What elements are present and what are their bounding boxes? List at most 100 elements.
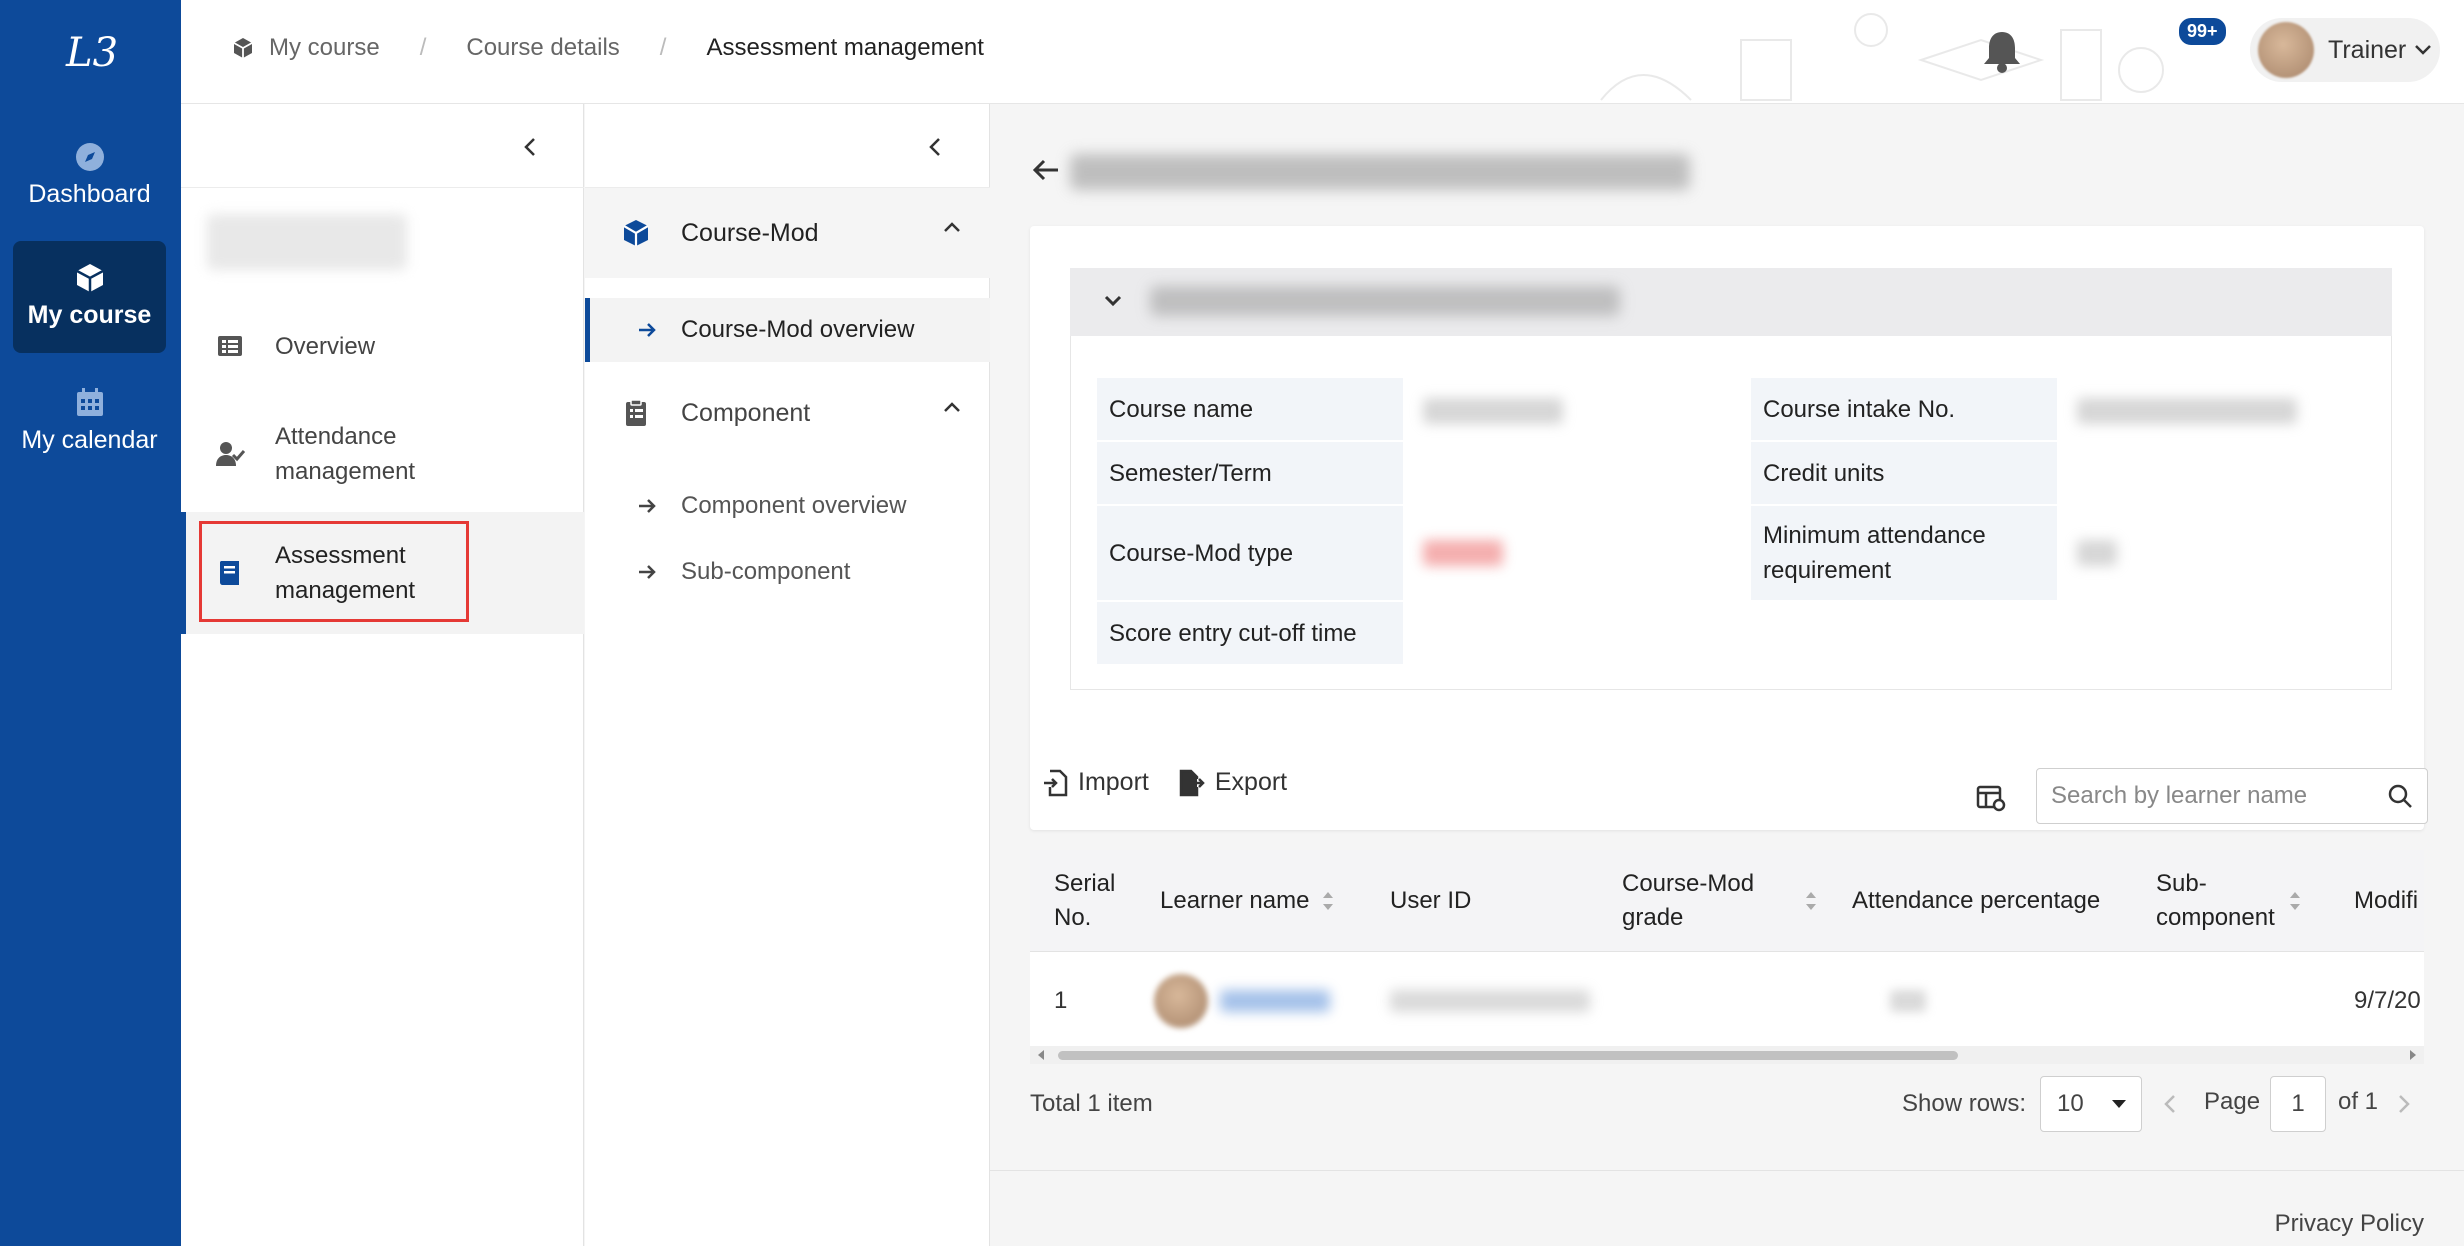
user-menu[interactable]: Trainer: [2250, 18, 2440, 82]
menu-item-attendance[interactable]: Attendance management: [181, 404, 584, 504]
page-number-input[interactable]: 1: [2270, 1076, 2326, 1132]
page-title-redacted: [1070, 154, 1690, 190]
column-label-course-mod-grade: Course-Mod grade: [1622, 870, 1755, 931]
group-label-component: Component: [681, 398, 811, 427]
search-box: [2036, 768, 2428, 824]
horizontal-scrollbar[interactable]: [1030, 1046, 2424, 1064]
notification-badge: 99+: [2177, 16, 2228, 47]
accordion-header[interactable]: [1070, 268, 2392, 336]
bell-icon[interactable]: [1980, 26, 2024, 74]
total-items: Total 1 item: [1030, 1090, 1153, 1117]
column-header-learner-name[interactable]: Learner name: [1160, 850, 1335, 952]
column-header-user-id: User ID: [1390, 887, 1472, 914]
caret-down-icon: [2112, 1100, 2126, 1108]
arrow-right-icon: [639, 499, 656, 513]
user-name: Trainer: [2328, 35, 2407, 64]
column-settings-icon[interactable]: [1976, 784, 2006, 812]
cell-learner-name[interactable]: [1154, 952, 1330, 1050]
cube-icon: [75, 264, 104, 292]
table-toolbar: Import Export: [1042, 768, 1317, 797]
column-label-learner-name: Learner name: [1160, 887, 1310, 914]
sub-item-course-mod-overview[interactable]: Course-Mod overview: [585, 298, 990, 362]
import-label: Import: [1078, 768, 1149, 796]
cell-attendance: [1890, 952, 1926, 1050]
rows-per-page-value: 10: [2057, 1090, 2084, 1117]
breadcrumb-my-course[interactable]: My course: [269, 34, 380, 62]
column-header-sub-component[interactable]: Sub-component: [2156, 850, 2302, 952]
highlight-box: [199, 521, 469, 622]
sub-item-component-overview[interactable]: Component overview: [585, 474, 990, 538]
label-semester-term: Semester/Term: [1097, 442, 1403, 504]
sort-icon[interactable]: [1321, 888, 1335, 914]
nav-label-dashboard: Dashboard: [28, 180, 151, 208]
footer-divider: [990, 1170, 2464, 1171]
export-button[interactable]: Export: [1179, 768, 1287, 797]
course-name-redacted: [207, 214, 407, 270]
learner-table: Serial No. Learner name User ID Course-M…: [1030, 850, 2424, 1050]
search-icon[interactable]: [2387, 783, 2413, 809]
scroll-right-icon[interactable]: [2408, 1049, 2418, 1061]
group-course-mod[interactable]: Course-Mod: [585, 188, 990, 278]
compass-icon: [75, 143, 104, 171]
privacy-policy-link[interactable]: Privacy Policy: [2275, 1210, 2424, 1238]
divider: [181, 187, 584, 188]
left-navigation: L3 Dashboard My course My calendar: [0, 0, 181, 1246]
label-score-cutoff: Score entry cut-off time: [1097, 602, 1403, 664]
attendance-redacted: [1890, 990, 1926, 1012]
nav-item-my-calendar[interactable]: My calendar: [13, 366, 166, 478]
avatar: [2258, 22, 2314, 78]
export-label: Export: [1214, 768, 1288, 796]
value-course-mod-type-redacted: [1423, 540, 1503, 566]
prev-page-icon[interactable]: [2162, 1092, 2178, 1116]
show-rows-label: Show rows:: [1902, 1090, 2027, 1117]
next-page-icon[interactable]: [2396, 1092, 2412, 1116]
breadcrumb-course-details[interactable]: Course details: [466, 34, 619, 62]
import-icon: [1044, 769, 1068, 796]
sort-icon[interactable]: [1804, 888, 1818, 914]
pagination-bar: Total 1 item Show rows: 10 Page 1 of 1: [1030, 1076, 2424, 1136]
label-min-attendance: Minimum attendance requirement: [1751, 506, 2057, 600]
column-label-sub-component: Sub-component: [2156, 870, 2275, 931]
list-icon: [218, 336, 242, 356]
column-header-serial-no: Serial No.: [1054, 870, 1116, 931]
calendar-icon: [76, 388, 103, 416]
column-header-attendance-percentage: Attendance percentage: [1852, 887, 2101, 914]
menu-label-attendance: Attendance management: [275, 423, 416, 485]
scrollbar-thumb[interactable]: [1058, 1051, 1958, 1060]
sub-label-sub-component: Sub-component: [681, 558, 851, 585]
column-header-course-mod-grade[interactable]: Course-Mod grade: [1622, 850, 1818, 952]
label-course-intake-no: Course intake No.: [1751, 378, 2057, 440]
label-course-name: Course name: [1097, 378, 1403, 440]
value-min-attendance-redacted: [2077, 540, 2117, 566]
value-course-name-redacted: [1423, 398, 1563, 424]
import-button[interactable]: Import: [1042, 768, 1149, 797]
collapse-left-icon[interactable]: [920, 132, 950, 162]
table-header: Serial No. Learner name User ID Course-M…: [1030, 850, 2424, 952]
chevron-down-icon: [2415, 45, 2432, 55]
nav-item-my-course[interactable]: My course: [13, 241, 166, 353]
sub-item-sub-component[interactable]: Sub-component: [585, 540, 990, 604]
value-intake-no-redacted: [2077, 398, 2297, 424]
course-menu-panel: Overview Attendance management Assessmen…: [181, 104, 584, 1246]
menu-item-overview[interactable]: Overview: [181, 316, 584, 376]
chevron-up-icon: [944, 222, 960, 232]
table-row[interactable]: 1 9/7/20: [1030, 952, 2424, 1050]
page-count: of 1: [2338, 1088, 2379, 1115]
rows-per-page-select[interactable]: 10: [2040, 1076, 2142, 1132]
breadcrumb: My course / Course details / Assessment …: [231, 34, 984, 62]
chevron-up-icon: [944, 402, 960, 412]
breadcrumb-separator: /: [659, 34, 667, 61]
label-course-mod-type: Course-Mod type: [1097, 506, 1403, 600]
sort-icon[interactable]: [2288, 888, 2302, 914]
export-icon: [1179, 769, 1205, 796]
scroll-left-icon[interactable]: [1036, 1049, 1046, 1061]
cube-icon: [623, 220, 649, 246]
back-arrow-icon[interactable]: [1030, 154, 1062, 186]
collapse-left-icon[interactable]: [515, 132, 545, 162]
details-card: Course name Course intake No. Semester/T…: [1030, 226, 2424, 830]
l3-logo[interactable]: L3: [60, 22, 116, 78]
group-component[interactable]: Component: [585, 368, 990, 458]
search-input[interactable]: [2051, 782, 2387, 810]
nav-item-dashboard[interactable]: Dashboard: [13, 120, 166, 232]
learner-avatar: [1154, 974, 1208, 1028]
